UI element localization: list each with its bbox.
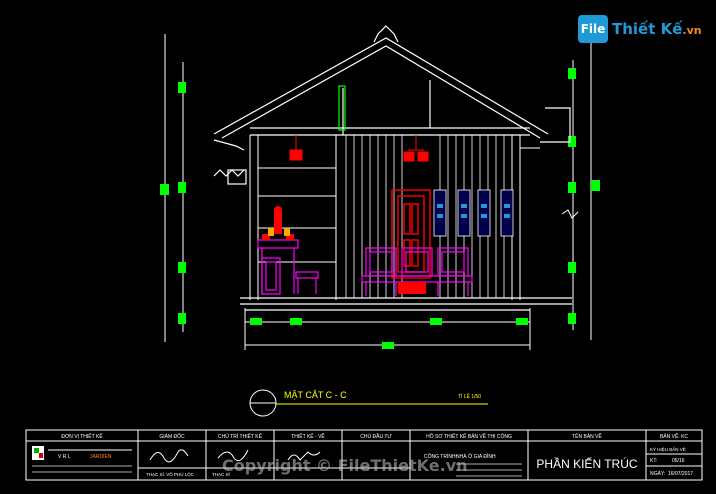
altar [257,239,319,295]
logo-name: Thiết Kế [612,20,683,38]
header-director: GIÁM ĐỐC [159,433,185,440]
company-name: JARDIEN [90,454,112,460]
sheet-date: 16/07/2017 [668,471,693,477]
header-sheet-name: TÊN BẢN VẼ [572,432,602,440]
logo-text: Thiết Kế.vn [612,20,702,38]
company-logo-mark [32,446,132,460]
title-block-headers: ĐƠN VỊ THIẾT KẾ GIÁM ĐỐC CHỦ TRÌ THIẾT K… [61,432,688,440]
company-code: V R L [58,454,71,460]
logo-ext: .vn [682,24,702,37]
sheet-number-label: KT: [650,458,657,464]
cad-drawing-canvas[interactable]: MẶT CẮT C - C TỈ LỆ 1/50 ĐƠN VỊ THIẾT KẾ… [0,0,716,494]
dimension-markers [160,68,600,349]
logo-box: File [578,15,608,43]
break-symbol [561,209,579,219]
copyright-watermark: Copyright © FileThietKe.vn [222,456,468,475]
header-lead-designer: CHỦ TRÌ THIẾT KẾ [218,433,263,440]
floor [240,297,572,311]
header-dossier: HỒ SƠ THIẾT KẾ BẢN VẼ THI CÔNG [426,433,512,440]
wall-scrolls [433,189,514,237]
table-center [398,282,426,294]
sheet-symbol-label: KÝ HIỆU BẢN VẼ [650,445,686,452]
section-title: MẶT CẮT C - C [284,390,347,400]
company-address-lines [32,465,132,473]
header-investor: CHỦ ĐẦU TƯ [360,433,392,440]
date-label: NGÀY: [650,470,665,477]
header-drafter: THIẾT KẾ - VẼ [291,433,325,440]
sheet-number: 05/16 [672,458,685,464]
filethietke-logo[interactable]: File Thiết Kế.vn [578,12,710,46]
roof [213,25,571,185]
sheet-name: PHẦN KIẾN TRÚC [536,456,637,471]
door [391,189,431,279]
header-design-unit: ĐƠN VỊ THIẾT KẾ [61,433,103,440]
section-scale: TỈ LỆ 1/50 [458,392,481,400]
hanging-lamps [289,135,429,162]
director-name: THẠC SĨ. VÕ PHÚ LỘC [146,471,195,477]
header-sheet-code: BẢN VẼ: KC [660,433,688,440]
